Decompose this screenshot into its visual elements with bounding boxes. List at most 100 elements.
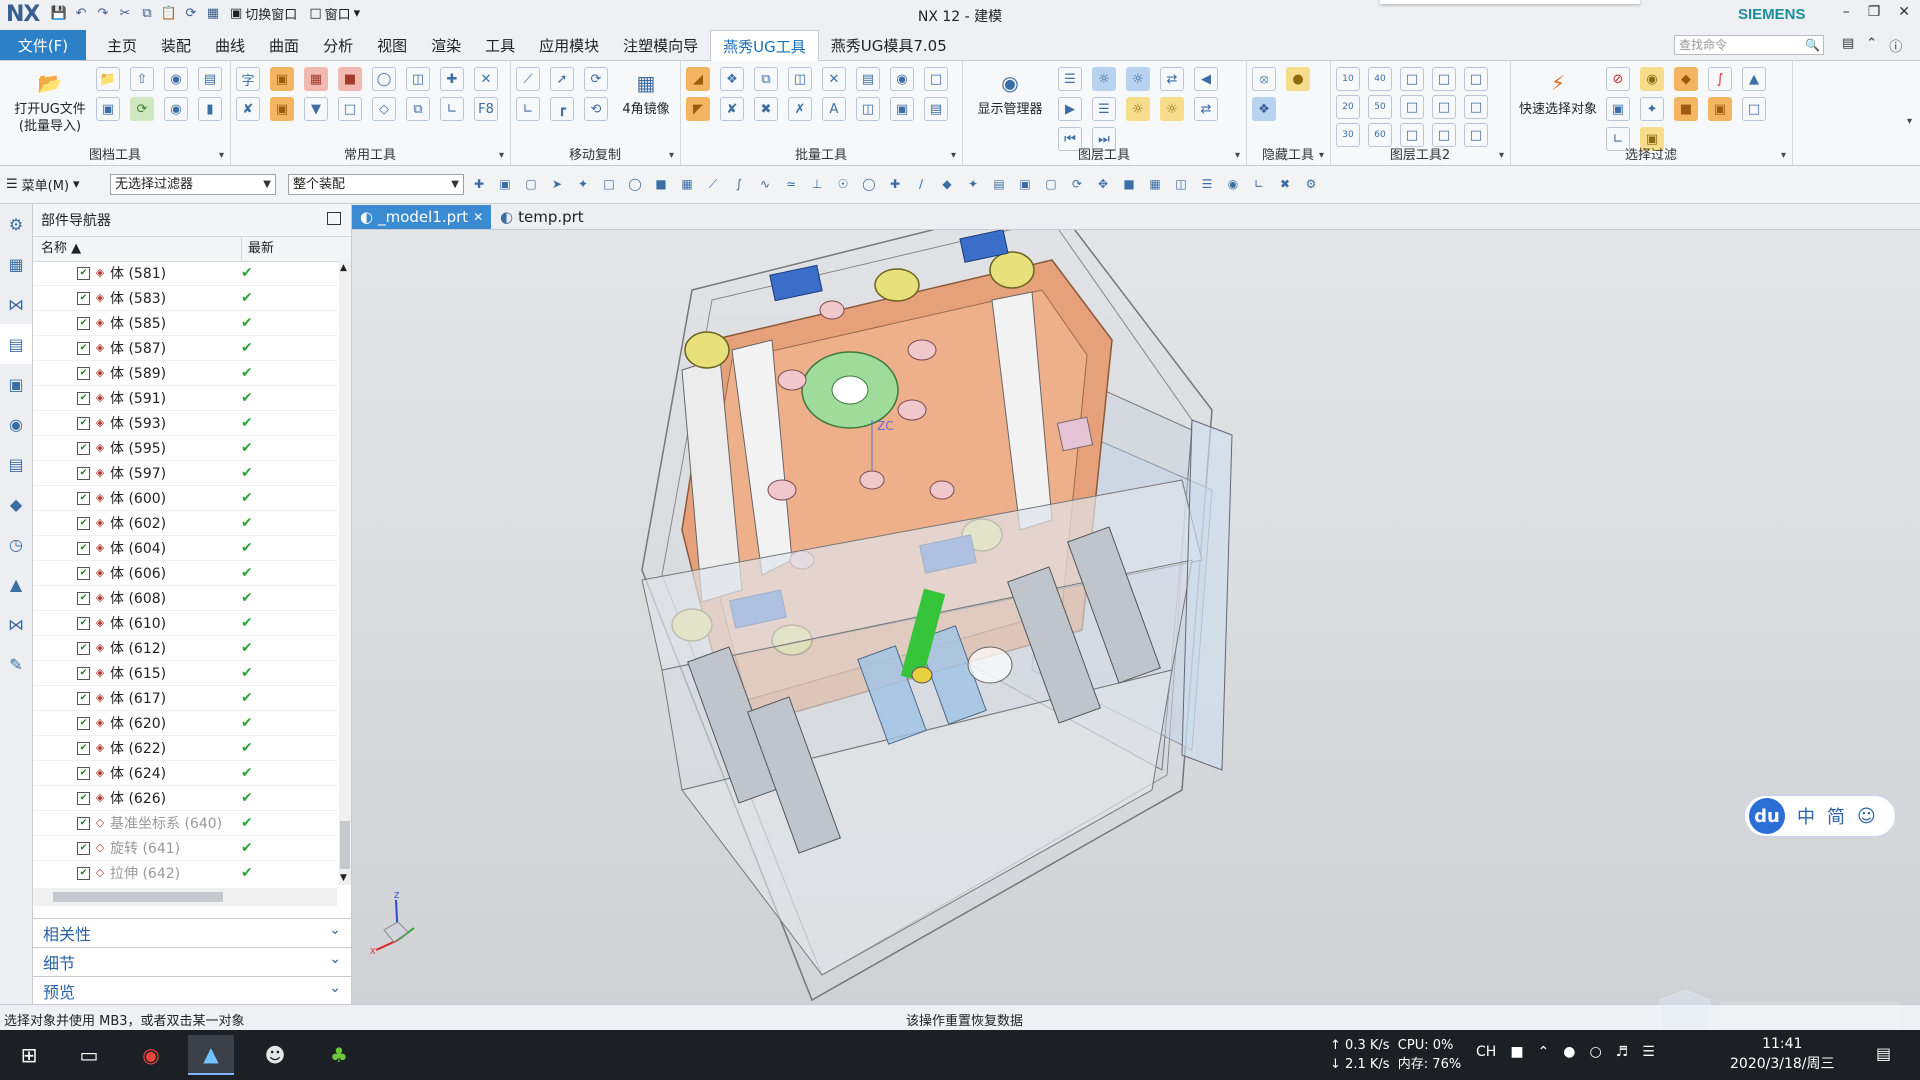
visibility-checkbox[interactable]: ✔ (77, 591, 90, 605)
view-pan-icon[interactable]: ✥ (1094, 175, 1112, 193)
layer-20-icon[interactable]: 20 (1336, 95, 1360, 119)
window-menu-button[interactable]: □ 窗口 ▾ (305, 4, 364, 23)
redo-icon[interactable]: ↷ (94, 5, 112, 23)
collapse-ribbon-icon[interactable]: ⌃ (1866, 36, 1877, 55)
visibility-checkbox[interactable]: ✔ (77, 266, 90, 280)
layer-move-icon[interactable]: ⇄ (1160, 67, 1184, 91)
tree-row[interactable]: ✔ ◈ 体 (581) ✔ (33, 261, 337, 286)
chevron-down-icon[interactable]: ▾ (1235, 150, 1240, 161)
gear-icon[interactable]: ⚙ (0, 204, 32, 244)
maximize-icon[interactable] (327, 212, 341, 225)
roles-icon[interactable]: ✎ (0, 644, 32, 684)
scroll-thumb[interactable] (53, 892, 223, 902)
tree-row[interactable]: ✔ ◈ 体 (608) ✔ (33, 586, 337, 611)
next-layer-icon[interactable]: ▶ (1058, 97, 1082, 121)
visibility-checkbox[interactable]: ✔ (77, 841, 90, 855)
history-icon[interactable]: ▤ (0, 444, 32, 484)
tree-row[interactable]: ✔ ◈ 体 (597) ✔ (33, 461, 337, 486)
tree-row[interactable]: ✔ ◈ 体 (595) ✔ (33, 436, 337, 461)
invert-hide-icon[interactable]: ❖ (1252, 97, 1276, 121)
chevron-down-icon[interactable]: ▾ (1319, 150, 1324, 161)
fillet-icon[interactable]: ◤ (686, 97, 710, 121)
snap-diag-icon[interactable]: ∕ (912, 175, 930, 193)
save-part-icon[interactable]: ▣ (96, 97, 120, 121)
tree-row[interactable]: ✔ ◈ 体 (602) ✔ (33, 511, 337, 536)
snap-line-icon[interactable]: ⟋ (704, 175, 722, 193)
chevron-down-icon[interactable]: ▾ (499, 150, 504, 161)
help-icon[interactable]: ⓘ (1889, 36, 1902, 55)
menu-dropdown[interactable]: ☰ 菜单(M) ▾ (6, 175, 80, 194)
snap-page-icon[interactable]: ▤ (990, 175, 1008, 193)
tab-5[interactable]: 视图 (365, 30, 419, 60)
view-shade-icon[interactable]: ■ (1120, 175, 1138, 193)
delete-x-icon[interactable]: ✕ (474, 67, 498, 91)
visibility-checkbox[interactable]: ✔ (77, 441, 90, 455)
hide-icon[interactable]: ⦻ (1252, 67, 1276, 91)
batch-camera-icon[interactable]: ◉ (890, 67, 914, 91)
tree-row[interactable]: ✔ ◈ 体 (622) ✔ (33, 736, 337, 761)
four-corner-mirror-button[interactable]: ▦ 4角镜像 (618, 67, 674, 118)
layer-a3-icon[interactable]: □ (1464, 67, 1488, 91)
nx-app-icon[interactable]: ▲ (188, 1035, 234, 1075)
cortana-icon[interactable]: ○ (1590, 1044, 1602, 1060)
tab-temp[interactable]: ◐ temp.prt (492, 205, 592, 229)
camera-icon[interactable]: ◉ (164, 67, 188, 91)
chrome-icon[interactable]: ◉ (128, 1035, 174, 1075)
type-filter-select[interactable]: 无选择过滤器 ▼ (110, 174, 276, 195)
part-navigator-icon[interactable]: ▤ (0, 324, 32, 364)
rotate-view-icon[interactable]: ⟳ (130, 97, 154, 121)
touch-mode-icon[interactable]: ▦ (204, 5, 222, 23)
close-icon[interactable]: ✕ (1898, 4, 1910, 20)
bulb-swap-icon[interactable]: ☼ (1160, 97, 1184, 121)
visibility-checkbox[interactable]: ✔ (77, 466, 90, 480)
tree-row[interactable]: ✔ ◈ 体 (587) ✔ (33, 336, 337, 361)
bulb-pair-icon[interactable]: ☼ (1126, 67, 1150, 91)
save-icon[interactable]: 💾 (50, 5, 68, 23)
visibility-checkbox[interactable]: ✔ (77, 666, 90, 680)
scroll-down-icon[interactable]: ▼ (340, 873, 347, 883)
tab-3[interactable]: 曲面 (257, 30, 311, 60)
measure-icon[interactable]: ✖ (1276, 175, 1294, 193)
input-language-indicator[interactable]: CH (1476, 1044, 1496, 1060)
palette-icon[interactable]: ▦ (304, 67, 328, 91)
tree-row[interactable]: ✔ ◈ 体 (620) ✔ (33, 711, 337, 736)
cut-batch-icon[interactable]: ✖ (754, 97, 778, 121)
undo-icon[interactable]: ↶ (72, 5, 90, 23)
chevron-down-icon[interactable]: ▾ (669, 150, 674, 161)
copy-body-icon[interactable]: ⧉ (406, 97, 430, 121)
chevron-down-icon[interactable]: ▾ (951, 150, 956, 161)
view-orient-icon[interactable]: ▦ (1146, 175, 1164, 193)
clover-app-icon[interactable]: ♣ (316, 1035, 362, 1075)
general-select-icon[interactable]: ✚ (470, 175, 488, 193)
batch-copy-icon[interactable]: ⧉ (754, 67, 778, 91)
task-view-icon[interactable]: ▭ (66, 1035, 112, 1075)
cut-icon[interactable]: ✂ (116, 5, 134, 23)
batch-move-icon[interactable]: ◫ (788, 67, 812, 91)
text-batch-icon[interactable]: A (822, 97, 846, 121)
view-layer-icon[interactable]: ☰ (1198, 175, 1216, 193)
view-rotate-icon[interactable]: ⟳ (1068, 175, 1086, 193)
tree-row[interactable]: ✔ ◈ 体 (583) ✔ (33, 286, 337, 311)
box-select-icon[interactable]: □ (600, 175, 618, 193)
layer-40-icon[interactable]: 40 (1368, 67, 1392, 91)
graphics-window[interactable]: ZC Z X (352, 230, 1920, 1004)
tree-row[interactable]: ✔ ◈ 体 (600) ✔ (33, 486, 337, 511)
split-batch-icon[interactable]: ✗ (788, 97, 812, 121)
visibility-checkbox[interactable]: ✔ (77, 291, 90, 305)
file-menu-button[interactable]: 文件(F) (0, 30, 86, 60)
batch-grid-icon[interactable]: ▤ (856, 67, 880, 91)
minimize-icon[interactable]: – (1843, 4, 1850, 20)
panel-preview[interactable]: 预览 ⌄ (33, 976, 351, 1005)
process-studio-icon[interactable]: ⋈ (0, 604, 32, 644)
snap-circle-icon[interactable]: ◯ (860, 175, 878, 193)
view-fit-icon[interactable]: ▣ (1016, 175, 1034, 193)
wcs-icon[interactable]: ∟ (1250, 175, 1268, 193)
volume-icon[interactable]: ♬ (1616, 1044, 1629, 1060)
solid-select-icon[interactable]: ■ (652, 175, 670, 193)
search-icon[interactable]: 🔍 (1805, 36, 1820, 54)
visibility-checkbox[interactable]: ✔ (77, 316, 90, 330)
visibility-checkbox[interactable]: ✔ (77, 391, 90, 405)
tab-11[interactable]: 燕秀UG模具7.05 (819, 30, 959, 60)
hole-icon[interactable]: ◯ (372, 67, 396, 91)
face-filter-icon[interactable]: ◆ (1674, 67, 1698, 91)
